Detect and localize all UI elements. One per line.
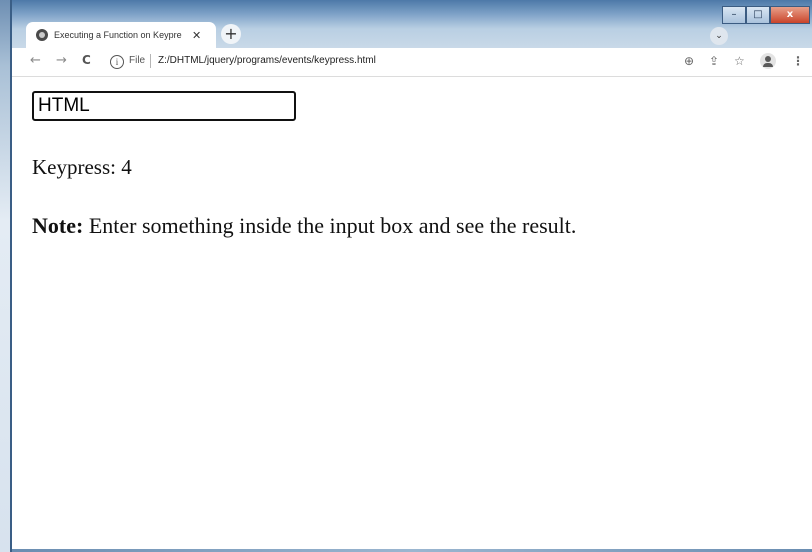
- share-icon[interactable]: ⇪: [709, 54, 719, 68]
- url-divider: [150, 54, 151, 68]
- note-paragraph: Note: Enter something inside the input b…: [32, 213, 576, 239]
- new-tab-button[interactable]: +: [221, 24, 241, 44]
- tab-search-button[interactable]: ⌄: [710, 27, 728, 45]
- globe-icon: [36, 29, 48, 41]
- keypress-count: 4: [121, 155, 132, 179]
- address-bar[interactable]: Z:/DHTML/jquery/programs/events/keypress…: [158, 55, 376, 66]
- forward-icon[interactable]: →: [56, 53, 67, 68]
- tab-title: Executing a Function on Keypress: [54, 30, 182, 40]
- window-controls: – □ x: [722, 6, 810, 24]
- bookmark-star-icon[interactable]: ☆: [734, 54, 745, 68]
- close-tab-icon[interactable]: ✕: [192, 30, 201, 41]
- note-text: Enter something inside the input box and…: [83, 213, 577, 238]
- browser-window: Executing a Function on Keypress ✕ + ⌄ –…: [10, 0, 812, 552]
- active-tab[interactable]: Executing a Function on Keypress ✕: [26, 22, 216, 48]
- page-content: Keypress: 4 Note: Enter something inside…: [12, 77, 812, 552]
- minimize-button[interactable]: –: [722, 6, 746, 24]
- tab-bar: Executing a Function on Keypress ✕ + ⌄ –…: [12, 0, 812, 48]
- url-scheme-label: File: [129, 55, 146, 66]
- note-label: Note:: [32, 213, 84, 238]
- keypress-label: Keypress:: [32, 155, 116, 179]
- keypress-counter: Keypress: 4: [32, 155, 132, 180]
- profile-avatar-icon[interactable]: [760, 53, 776, 69]
- reload-icon[interactable]: C: [82, 53, 91, 67]
- site-info-icon[interactable]: i: [110, 55, 124, 69]
- maximize-button[interactable]: □: [746, 6, 770, 24]
- zoom-icon[interactable]: ⊕: [684, 54, 694, 68]
- close-window-button[interactable]: x: [770, 6, 810, 24]
- browser-toolbar: ← → C i File Z:/DHTML/jquery/programs/ev…: [12, 48, 812, 77]
- back-icon[interactable]: ←: [30, 53, 41, 68]
- menu-icon[interactable]: ⋮: [792, 54, 804, 68]
- text-input[interactable]: [32, 91, 296, 121]
